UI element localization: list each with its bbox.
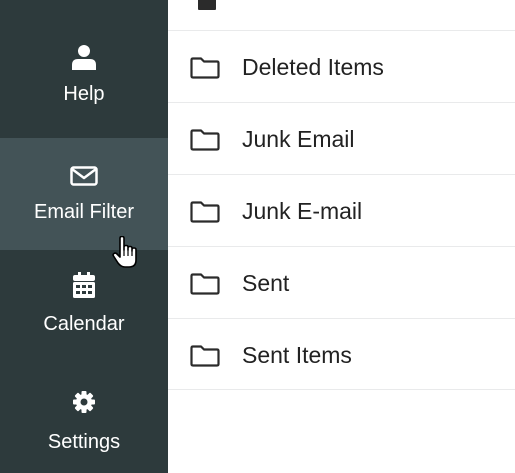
folder-icon: [190, 273, 220, 295]
sidebar-item-label: Help: [63, 83, 105, 105]
folder-row-junk-email[interactable]: Junk Email: [168, 102, 515, 174]
user-icon: [72, 45, 96, 70]
folder-label: Junk E-mail: [242, 198, 363, 224]
folder-icon: [190, 57, 220, 79]
calendar-icon: [198, 0, 216, 10]
folder-label: Sent Items: [242, 342, 352, 368]
sidebar-item-settings[interactable]: Settings: [0, 376, 168, 473]
gear-icon: [73, 391, 95, 413]
folder-icon: [190, 345, 220, 367]
folder-row-deleted-items[interactable]: Deleted Items: [168, 30, 515, 102]
folder-icon: [190, 129, 220, 151]
sidebar-nav: Help Email Filter Calendar Settings: [0, 0, 168, 473]
app-window: Help Email Filter Calendar Settings Dele…: [0, 0, 515, 473]
folder-icon: [190, 201, 220, 223]
folder-label: Sent: [242, 270, 290, 296]
sidebar-item-help[interactable]: Help: [0, 30, 168, 134]
folder-list: Deleted Items Junk Email Junk E-mail Sen…: [168, 30, 515, 390]
sidebar-item-label: Settings: [47, 431, 121, 453]
sidebar-item-label: Email Filter: [33, 201, 134, 223]
sidebar-item-label: Calendar: [43, 313, 125, 335]
calendar-icon: [73, 272, 95, 298]
folder-row-sent[interactable]: Sent: [168, 246, 515, 318]
folder-row-junk-e-mail[interactable]: Junk E-mail: [168, 174, 515, 246]
folder-label: Junk Email: [242, 126, 355, 152]
sidebar-item-calendar[interactable]: Calendar: [0, 252, 168, 362]
folder-label: Deleted Items: [242, 54, 384, 80]
folder-row-sent-items[interactable]: Sent Items: [168, 318, 515, 390]
sidebar-item-email-filter[interactable]: Email Filter: [0, 138, 168, 250]
envelope-icon: [70, 166, 98, 186]
